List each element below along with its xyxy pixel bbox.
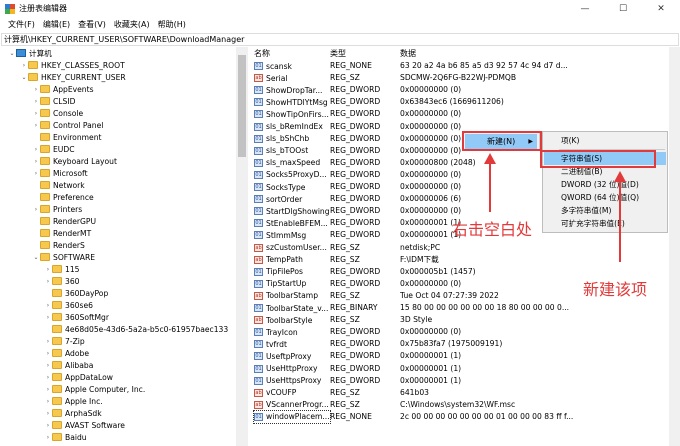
annotation-arrows (484, 153, 626, 262)
arrow-head-string-value (614, 171, 626, 182)
annotation-new-item: 新建该项 (583, 280, 648, 299)
arrow-head-new (484, 153, 496, 164)
annotation-right-click: 右击空白处 (452, 220, 533, 239)
